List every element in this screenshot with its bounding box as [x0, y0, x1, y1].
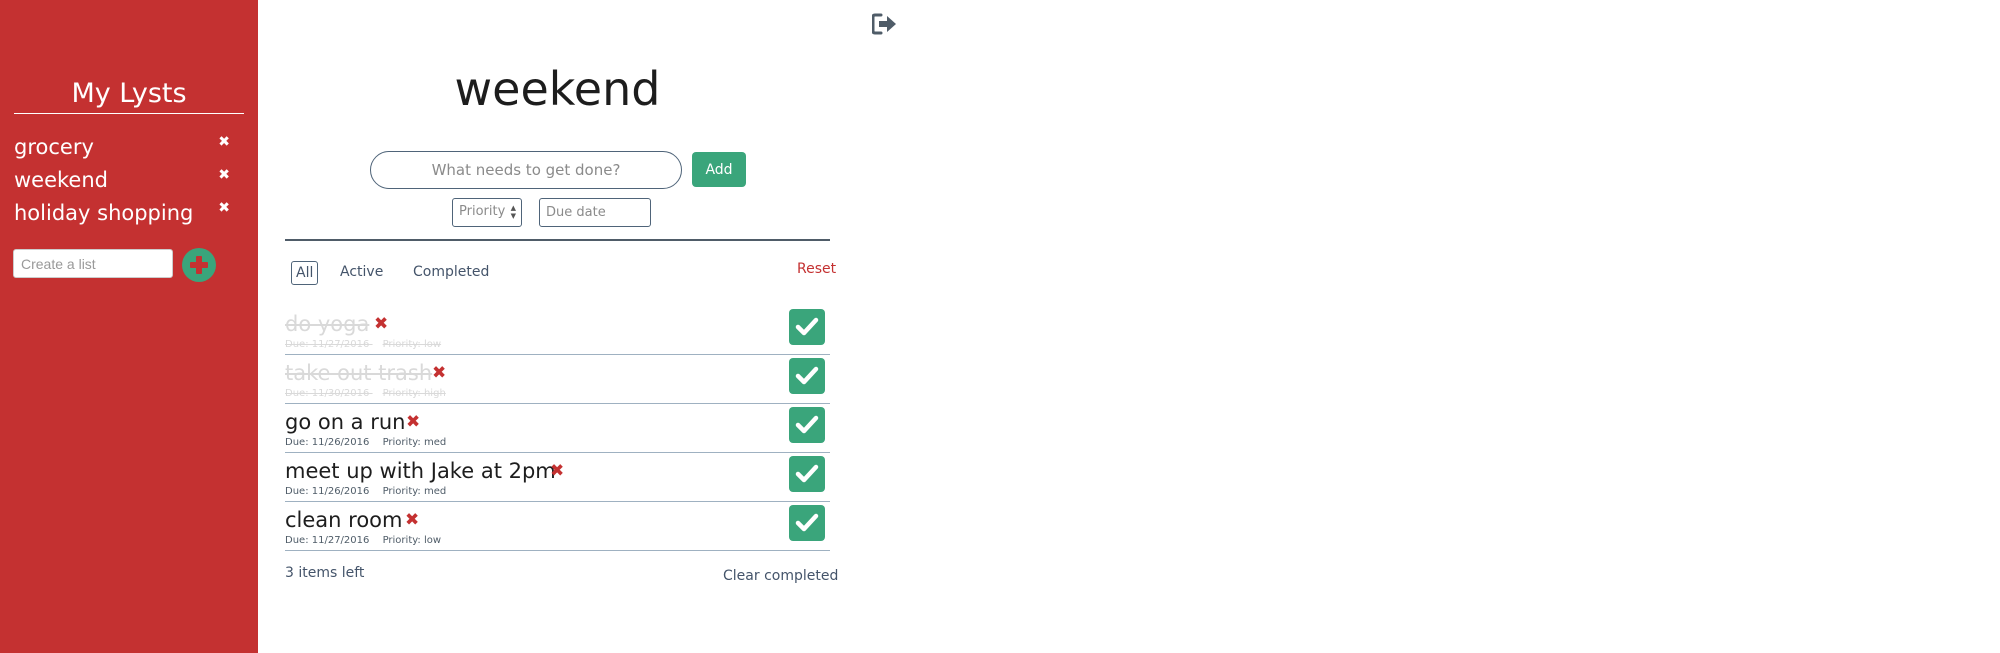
sidebar-item-holiday-shopping[interactable]: holiday shopping ✖	[14, 198, 244, 228]
todo-text: meet up with Jake at 2pm	[285, 459, 556, 483]
select-arrows-icon: ▲ ▼	[510, 204, 516, 220]
priority-select-label: Priority	[459, 204, 506, 219]
sign-out-icon[interactable]	[871, 13, 898, 35]
todo-priority: Priority: med	[382, 486, 447, 497]
todo-text: clean room	[285, 508, 403, 532]
todo-item: clean room ✖ Due: 11/27/2016 Priority: l…	[285, 502, 830, 551]
filter-all[interactable]: All	[291, 261, 319, 285]
divider	[285, 239, 830, 241]
delete-list-icon[interactable]: ✖	[218, 167, 230, 183]
sidebar: My Lysts grocery ✖ weekend ✖ holiday sho…	[0, 0, 258, 653]
todo-due: Due: 11/27/2016	[285, 339, 370, 350]
delete-list-icon[interactable]: ✖	[218, 134, 230, 150]
due-date-input[interactable]	[539, 198, 651, 227]
todo-priority: Priority: low	[382, 339, 442, 350]
checkmark-icon	[795, 513, 819, 532]
todo-due: Due: 11/26/2016	[285, 486, 370, 497]
todo-priority: Priority: low	[382, 535, 442, 546]
filter-active[interactable]: Active	[340, 261, 383, 285]
sidebar-title: My Lysts	[14, 78, 244, 114]
todo-due: Due: 11/30/2016	[285, 388, 370, 399]
complete-checkbox[interactable]	[789, 456, 825, 492]
list-title: weekend	[454, 62, 661, 116]
delete-todo-icon[interactable]: ✖	[406, 412, 420, 432]
add-todo-button[interactable]: Add	[692, 152, 746, 187]
todo-meta: Due: 11/26/2016 Priority: med	[285, 486, 446, 497]
complete-checkbox[interactable]	[789, 407, 825, 443]
clear-completed-button[interactable]: Clear completed	[723, 568, 838, 584]
todo-priority: Priority: high	[382, 388, 446, 399]
sidebar-item-label: holiday shopping	[14, 201, 194, 225]
checkmark-icon	[795, 317, 819, 336]
sidebar-item-label: grocery	[14, 135, 94, 159]
todo-due: Due: 11/26/2016	[285, 437, 370, 448]
todo-meta: Due: 11/26/2016 Priority: med	[285, 437, 446, 448]
todo-meta: Due: 11/30/2016 Priority: high	[285, 388, 446, 399]
delete-todo-icon[interactable]: ✖	[405, 510, 419, 530]
todo-due: Due: 11/27/2016	[285, 535, 370, 546]
complete-checkbox[interactable]	[789, 309, 825, 345]
reset-button[interactable]: Reset	[797, 261, 836, 277]
delete-todo-icon[interactable]: ✖	[550, 461, 564, 481]
todo-meta: Due: 11/27/2016 Priority: low	[285, 535, 441, 546]
create-list-button[interactable]	[182, 248, 216, 282]
items-left-count: 3 items left	[285, 565, 365, 581]
delete-list-icon[interactable]: ✖	[218, 200, 230, 216]
sidebar-item-weekend[interactable]: weekend ✖	[14, 165, 244, 195]
filter-completed[interactable]: Completed	[413, 261, 489, 285]
checkmark-icon	[795, 366, 819, 385]
todo-item: take out trash ✖ Due: 11/30/2016 Priorit…	[285, 355, 830, 404]
new-todo-input[interactable]	[370, 151, 682, 189]
sidebar-item-label: weekend	[14, 168, 108, 192]
complete-checkbox[interactable]	[789, 505, 825, 541]
delete-todo-icon[interactable]: ✖	[374, 314, 388, 334]
todo-item: meet up with Jake at 2pm ✖ Due: 11/26/20…	[285, 453, 830, 502]
create-list-input[interactable]	[13, 249, 173, 278]
complete-checkbox[interactable]	[789, 358, 825, 394]
todo-text: take out trash	[285, 361, 433, 385]
todo-item: do yoga ✖ Due: 11/27/2016 Priority: low	[285, 306, 830, 355]
checkmark-icon	[795, 415, 819, 434]
checkmark-icon	[795, 464, 819, 483]
todo-meta: Due: 11/27/2016 Priority: low	[285, 339, 441, 350]
todo-text: do yoga	[285, 312, 370, 336]
todo-item: go on a run ✖ Due: 11/26/2016 Priority: …	[285, 404, 830, 453]
priority-select[interactable]: Priority ▲ ▼	[452, 198, 522, 227]
delete-todo-icon[interactable]: ✖	[432, 363, 446, 383]
todo-text: go on a run	[285, 410, 406, 434]
todo-priority: Priority: med	[382, 437, 447, 448]
sidebar-item-grocery[interactable]: grocery ✖	[14, 132, 244, 162]
